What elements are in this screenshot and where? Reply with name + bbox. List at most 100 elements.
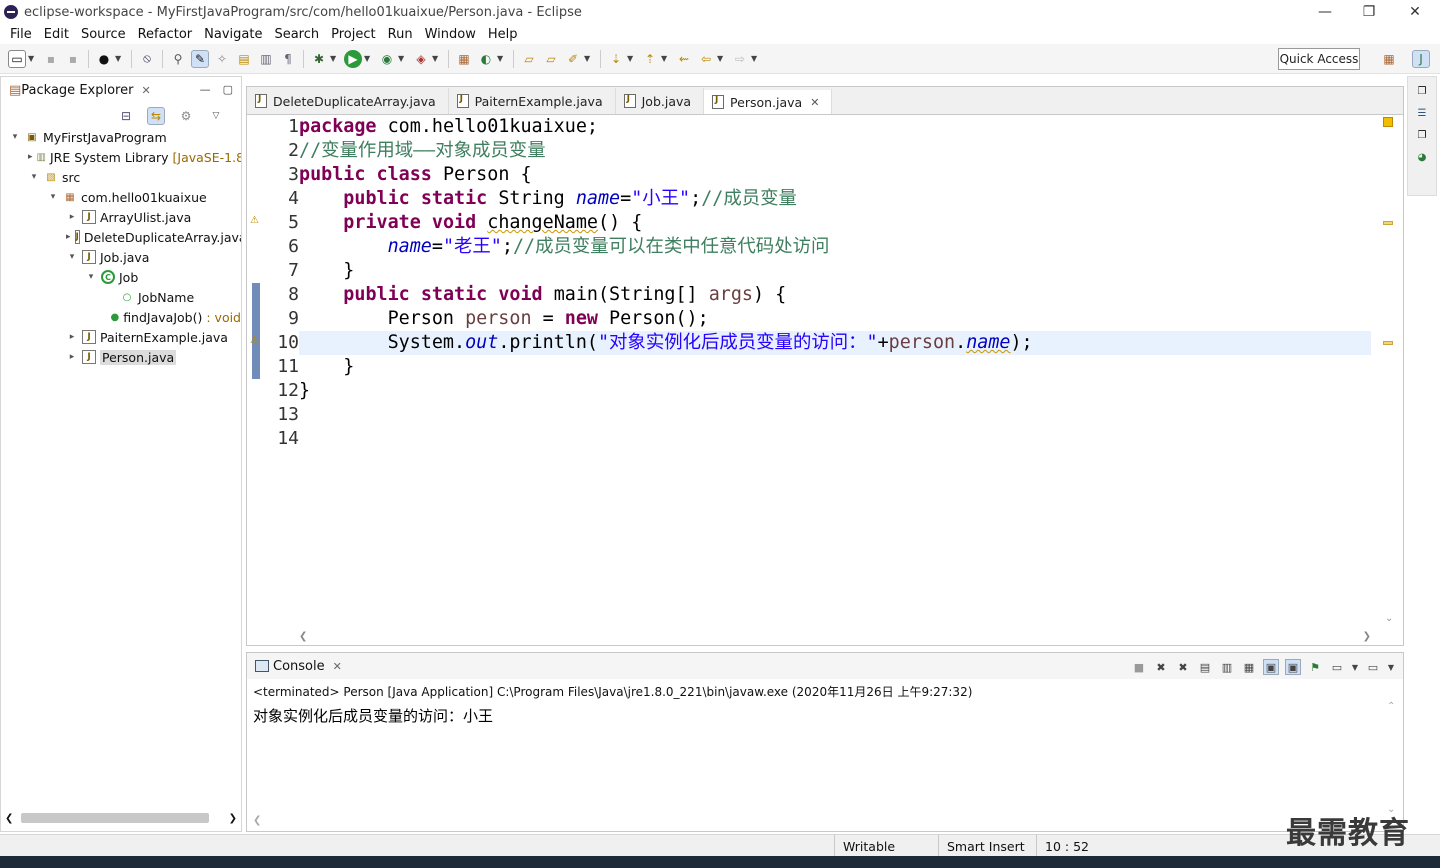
menu-refactor[interactable]: Refactor [132, 27, 199, 42]
minimize-view-icon[interactable]: — [200, 83, 211, 96]
chevron-down-icon[interactable]: ▼ [1351, 659, 1359, 675]
code-line[interactable]: //变量作用域——对象成员变量 [299, 139, 1371, 163]
warning-marker[interactable] [1383, 341, 1393, 345]
close-icon[interactable]: ✕ [810, 96, 819, 109]
highlight-icon[interactable]: ✎ [191, 49, 209, 68]
code-line[interactable]: public static String name="小王";//成员变量 [299, 187, 1371, 211]
scroll-left-icon[interactable]: ❮ [299, 631, 307, 642]
pin-console-icon[interactable]: ⚑ [1307, 659, 1323, 675]
console-output[interactable]: 对象实例化后成员变量的访问：小王 [253, 705, 493, 726]
next-edit-icon[interactable]: ⇣ [607, 50, 625, 68]
chevron-down-icon[interactable]: ▼ [28, 54, 36, 63]
chevron-down-icon[interactable]: ▼ [398, 54, 406, 63]
show-on-stderr-icon[interactable]: ▣ [1285, 659, 1301, 675]
clear-console-icon[interactable]: ▤ [1197, 659, 1213, 675]
explorer-horizontal-scrollbar[interactable]: ❮ ❯ [5, 811, 237, 825]
tree-item[interactable]: ▸ J DeleteDuplicateArray.java [1, 227, 241, 247]
chevron-down-icon[interactable]: ▼ [330, 54, 338, 63]
menu-file[interactable]: File [4, 27, 38, 42]
restore-view-icon[interactable]: ❐ [1414, 127, 1430, 143]
code-line[interactable]: } [299, 355, 1371, 379]
code-line[interactable] [299, 403, 1371, 427]
tree-item[interactable]: ▾ ▣ MyFirstJavaProgram [1, 127, 241, 147]
code-line[interactable]: } [299, 379, 1371, 403]
chevron-down-icon[interactable]: ▾ [85, 272, 97, 282]
run-icon[interactable]: ▶ [344, 49, 362, 68]
menu-edit[interactable]: Edit [38, 27, 75, 42]
chevron-right-icon[interactable]: ▸ [66, 352, 78, 362]
block-selection-icon[interactable]: ▥ [257, 50, 275, 68]
code-line[interactable]: System.out.println("对象实例化后成员变量的访问："+pers… [299, 331, 1371, 355]
tree-item[interactable]: ▾ C Job [1, 267, 241, 287]
remove-all-terminated-icon[interactable]: ✖ [1175, 659, 1191, 675]
back-icon[interactable]: ⇦ [697, 50, 715, 68]
warning-marker[interactable] [1383, 221, 1393, 225]
chevron-down-icon[interactable]: ▼ [364, 54, 372, 63]
chevron-down-icon[interactable]: ▼ [115, 54, 123, 63]
menu-help[interactable]: Help [482, 27, 524, 42]
restore-view-icon[interactable]: ❐ [1414, 83, 1430, 99]
new-java-class-icon[interactable]: ◐ [477, 50, 495, 68]
remove-launch-icon[interactable]: ✖ [1153, 659, 1169, 675]
java-perspective-icon[interactable]: J [1412, 50, 1430, 68]
new-icon[interactable]: ▭ [8, 49, 26, 68]
tree-item[interactable]: ▸ J ArrayUlist.java [1, 207, 241, 227]
show-whitespace-icon[interactable]: ¶ [279, 50, 297, 68]
scroll-left-icon[interactable]: ❮ [253, 815, 261, 826]
console-vertical-scrollbar[interactable]: ⌃ ⌄ [1387, 701, 1401, 815]
save-icon[interactable]: ▪ [42, 50, 60, 68]
scroll-down-icon[interactable]: ⌄ [1385, 613, 1393, 624]
warnings-summary-icon[interactable] [1383, 117, 1393, 127]
search-icon[interactable]: ✐ [564, 50, 582, 68]
tree-item[interactable]: ○ JobName [1, 287, 241, 307]
filters-icon[interactable]: ⚙ [177, 107, 195, 125]
last-edit-location-icon[interactable]: ⇜ [675, 50, 693, 68]
chevron-down-icon[interactable]: ▾ [9, 132, 21, 142]
code-area[interactable]: ⚠ ⚠ 1 2 3 4 5 6 7 8 9 10 11 12 13 14 package com.hell… [247, 115, 1403, 645]
coverage-icon[interactable]: ◉ [378, 50, 396, 68]
chevron-right-icon[interactable]: ▸ [28, 152, 33, 162]
open-task-icon[interactable]: ▱ [542, 50, 560, 68]
chevron-down-icon[interactable]: ▼ [584, 54, 592, 63]
code-line[interactable]: public class Person { [299, 163, 1371, 187]
chevron-down-icon[interactable]: ▼ [627, 54, 635, 63]
chevron-down-icon[interactable]: ▼ [432, 54, 440, 63]
code-line[interactable] [299, 427, 1371, 451]
terminate-icon[interactable]: ■ [1131, 659, 1147, 675]
editor-tab[interactable]: Job.java [616, 88, 705, 114]
console-horizontal-scrollbar[interactable]: ❮ [253, 815, 1383, 829]
menu-window[interactable]: Window [419, 27, 482, 42]
tree-item[interactable]: ▾ J Job.java [1, 247, 241, 267]
show-on-stdout-icon[interactable]: ▣ [1263, 659, 1279, 675]
chevron-down-icon[interactable]: ▼ [751, 54, 759, 63]
chevron-down-icon[interactable]: ▾ [28, 172, 40, 182]
editor-tab[interactable]: PaiternExample.java [449, 88, 616, 114]
restore-button[interactable]: ❐ [1346, 0, 1392, 24]
code-line[interactable]: public static void main(String[] args) { [299, 283, 1371, 307]
next-annotation-icon[interactable]: ✧ [213, 50, 231, 68]
minimize-button[interactable]: — [1302, 0, 1348, 24]
code-line[interactable]: } [299, 259, 1371, 283]
editor-tab[interactable]: Person.java ✕ [704, 88, 833, 114]
chevron-right-icon[interactable]: ▸ [66, 232, 71, 242]
tree-item[interactable]: ▸ J Person.java [1, 347, 241, 367]
open-console-icon[interactable]: ▭ [1365, 659, 1381, 675]
code-line[interactable]: name="老王";//成员变量可以在类中任意代码处访问 [299, 235, 1371, 259]
tree-item[interactable]: ▾ ▧ src [1, 167, 241, 187]
close-icon[interactable]: ✕ [333, 660, 342, 673]
open-perspective-icon[interactable]: ▦ [1380, 50, 1398, 68]
open-folder-icon[interactable]: ▱ [520, 50, 538, 68]
tree-item[interactable]: ▸ J PaiternExample.java [1, 327, 241, 347]
scroll-right-icon[interactable]: ❯ [1363, 631, 1371, 642]
forward-icon[interactable]: ⇨ [731, 50, 749, 68]
scroll-left-icon[interactable]: ❮ [5, 813, 13, 824]
chevron-down-icon[interactable]: ▼ [717, 54, 725, 63]
scrollbar-thumb[interactable] [21, 813, 209, 823]
insert-mode-status[interactable]: Smart Insert [938, 835, 1036, 857]
close-icon[interactable]: ✕ [141, 84, 150, 97]
collapse-all-icon[interactable]: ⊟ [117, 107, 135, 125]
menu-navigate[interactable]: Navigate [198, 27, 268, 42]
code-lines[interactable]: package com.hello01kuaixue;//变量作用域——对象成员… [299, 115, 1371, 451]
chevron-down-icon[interactable]: ▼ [661, 54, 669, 63]
editor-tab[interactable]: DeleteDuplicateArray.java [247, 88, 449, 114]
